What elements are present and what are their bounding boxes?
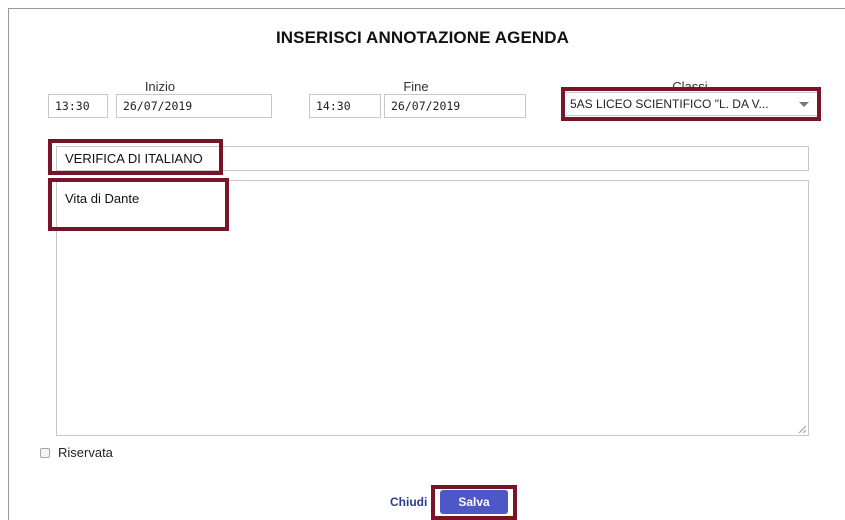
start-label: Inizio — [144, 79, 176, 94]
end-time-input[interactable]: 14:30 — [309, 94, 381, 118]
note-title-value: VERIFICA DI ITALIANO — [65, 151, 203, 166]
classes-select[interactable]: 5AS LICEO SCIENTIFICO "L. DA V... — [563, 92, 818, 116]
start-time-input[interactable]: 13:30 — [48, 94, 108, 118]
reserved-label: Riservata — [58, 445, 113, 460]
resize-handle-icon[interactable] — [798, 425, 806, 433]
reserved-checkbox[interactable] — [40, 448, 50, 458]
chevron-down-icon — [799, 102, 809, 107]
note-text-value: Vita di Dante — [65, 191, 140, 206]
close-link[interactable]: Chiudi — [390, 495, 427, 509]
end-label: Fine — [403, 79, 429, 94]
start-date-input[interactable]: 26/07/2019 — [116, 94, 272, 118]
save-button[interactable]: Salva — [440, 490, 508, 514]
classes-selected-value: 5AS LICEO SCIENTIFICO "L. DA V... — [570, 97, 769, 111]
note-textarea[interactable]: Vita di Dante — [56, 180, 809, 436]
note-title-input[interactable]: VERIFICA DI ITALIANO — [56, 146, 809, 171]
dialog-title: INSERISCI ANNOTAZIONE AGENDA — [275, 28, 570, 47]
end-date-input[interactable]: 26/07/2019 — [384, 94, 526, 118]
